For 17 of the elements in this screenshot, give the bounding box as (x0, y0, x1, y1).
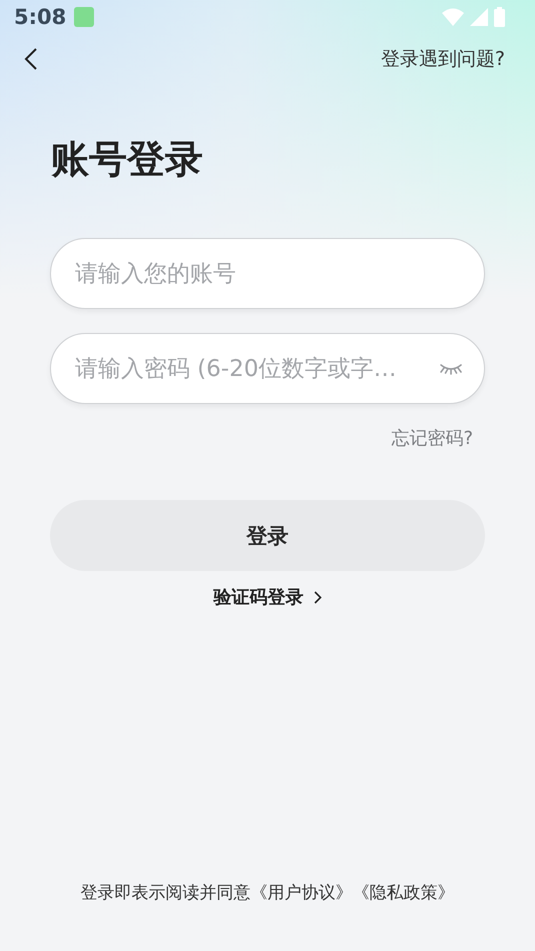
forgot-password-link[interactable]: 忘记密码? (391, 426, 473, 450)
back-icon[interactable] (24, 48, 38, 70)
eye-closed-icon[interactable] (439, 362, 463, 376)
sms-login-link[interactable]: 验证码登录 (214, 585, 322, 609)
battery-icon (494, 7, 505, 27)
app-notification-icon (74, 7, 94, 27)
signal-icon (470, 8, 488, 26)
wifi-icon (442, 8, 464, 26)
password-field[interactable]: 请输入密码 (6-20位数字或字… (50, 333, 485, 404)
agreement-link[interactable]: 《用户协议》 (250, 883, 352, 903)
chevron-right-icon (314, 590, 322, 604)
status-time: 5:08 (14, 5, 66, 29)
agreement-link[interactable]: 《隐私政策》 (352, 883, 454, 903)
account-field[interactable]: 请输入您的账号 (50, 238, 485, 309)
agreement-text: 登录即表示阅读并同意《用户协议》《隐私政策》 (80, 882, 454, 904)
help-link[interactable]: 登录遇到问题? (380, 46, 505, 72)
page-title: 账号登录 (51, 140, 204, 178)
